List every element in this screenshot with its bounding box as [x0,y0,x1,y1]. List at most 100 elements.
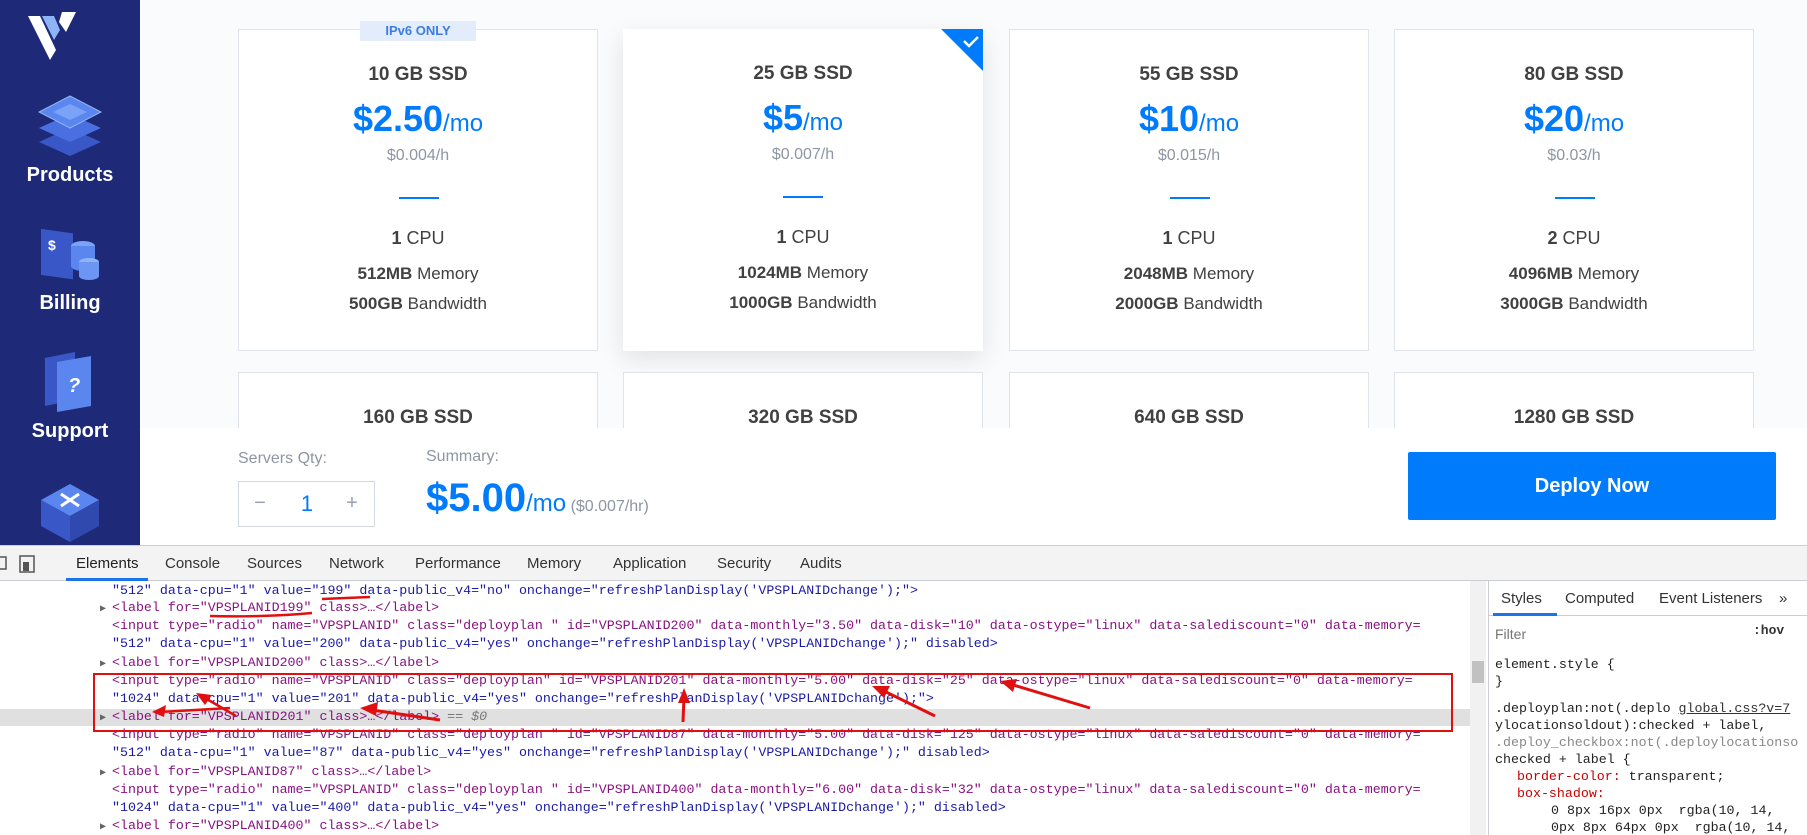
dom-node-line[interactable]: ▶ <label for="VPSPLANID200" class>…</labe… [0,655,1470,672]
style-declaration[interactable]: 0 8px 16px 0px rgba(10, 14, [1495,803,1807,818]
plan-divider [399,197,439,199]
tab-styles[interactable]: Styles [1501,590,1542,607]
bandwidth-label: Bandwidth [402,294,487,313]
tab-performance[interactable]: Performance [415,555,501,572]
tab-application[interactable]: Application [613,555,686,572]
sidebar-item-billing[interactable]: $ Billing [0,226,140,315]
code-text: <label for="VPSPLANID87" class>…</label> [112,764,432,779]
dom-node-line-selected[interactable]: ▶ <label for="VPSPLANID201" class>…</labe… [0,709,1470,726]
code-text: "1024" data-cpu="1" value="201" data-pub… [112,691,934,706]
dom-node-line[interactable]: <input type="radio" name="VPSPLANID" cla… [0,782,1470,799]
price-amount: $20 [1523,98,1585,139]
price-period: /mo [443,110,484,137]
style-text: .deploy_checkbox:not(.deploylocationso [1495,735,1799,750]
plan-card-10gb[interactable]: IPv6 ONLY 10 GB SSD $2.50/mo $0.004/h 1 … [238,21,598,351]
bandwidth-label: Bandwidth [1563,294,1648,313]
css-value: 0px 8px 64px 0px rgba(10, 14, [1551,820,1791,835]
expand-arrow-icon[interactable]: ▶ [100,657,112,672]
plan-size: 55 GB SSD [1139,64,1239,85]
tab-memory[interactable]: Memory [527,555,581,572]
code-text: <label for="VPSPLANID199" class>…</label… [112,600,440,615]
sidebar-item-products[interactable]: Products [0,88,140,187]
cpu-count: 1 [776,227,787,247]
tab-security[interactable]: Security [717,555,771,572]
plan-price: $10/mo [1010,98,1368,140]
expand-arrow-icon[interactable]: ▶ [100,820,112,835]
plan-card-25gb[interactable]: 25 GB SSD $5/mo $0.007/h 1 CPU 1024MB Me… [623,29,983,351]
cpu-count: 2 [1547,228,1558,248]
dom-node-line[interactable]: ▶ <label for="VPSPLANID87" class>…</label… [0,764,1470,781]
dom-node-line[interactable]: ▶ <label for="VPSPLANID199" class>…</labe… [0,600,1470,617]
qty-decrement-button[interactable]: − [247,492,273,515]
dom-node-line[interactable]: <input type="radio" name="VPSPLANID" cla… [0,618,1470,635]
tab-elements[interactable]: Elements [76,555,139,572]
styles-filter-input[interactable] [1495,623,1745,645]
dom-node-line[interactable]: "1024" data-cpu="1" value="201" data-pub… [0,691,1470,708]
qty-value[interactable]: 1 [279,491,335,517]
style-text: ylocationsoldout):checked + label, [1495,718,1767,733]
style-declaration[interactable]: border-color: transparent; [1495,769,1807,784]
cpu-label: CPU [401,228,445,248]
tab-sources[interactable]: Sources [247,555,302,572]
deploy-now-button[interactable]: Deploy Now [1408,452,1776,520]
plan-hourly: $0.004/h [386,147,450,164]
code-text: "512" data-cpu="1" value="199" data-publ… [112,583,918,598]
plan-size: 10 GB SSD [368,64,468,85]
summary-amount: $5.00 [426,476,527,520]
price-period: /mo [1584,110,1625,137]
ipv6-only-badge: IPv6 ONLY [360,21,476,41]
tab-computed[interactable]: Computed [1565,590,1634,607]
plan-card-55gb[interactable]: 55 GB SSD $10/mo $0.015/h 1 CPU 2048MB M… [1009,29,1369,351]
support-icon: ? [45,352,91,412]
expand-arrow-icon[interactable]: ▶ [100,711,112,726]
dom-node-line[interactable]: <input type="radio" name="VPSPLANID" cla… [0,673,1470,690]
plan-bandwidth: 3000GB Bandwidth [1395,294,1753,314]
tab-network[interactable]: Network [329,555,384,572]
style-declaration[interactable]: box-shadow: [1495,786,1807,801]
dom-node-line[interactable]: "512" data-cpu="1" value="87" data-publi… [0,745,1470,762]
dom-node-line[interactable]: "512" data-cpu="1" value="199" data-publ… [0,583,1470,600]
summary-period: /mo [526,490,567,517]
code-text: "512" data-cpu="1" value="87" data-publi… [112,745,990,760]
elements-tree: "512" data-cpu="1" value="199" data-publ… [0,581,1470,835]
summary-label: Summary: [426,448,499,465]
summary-price: $5.00/mo ($0.007/hr) [426,476,649,521]
sidebar-item-support[interactable]: ? Support [0,352,140,443]
dom-node-line[interactable]: "512" data-cpu="1" value="200" data-publ… [0,636,1470,653]
sidebar-item-label: Billing [39,292,101,314]
elements-scrollbar[interactable] [1470,581,1486,835]
tab-event-listeners[interactable]: Event Listeners [1659,590,1762,607]
tab-audits[interactable]: Audits [800,555,842,572]
hov-toggle[interactable]: :hov [1753,623,1784,638]
plan-memory: 1024MB Memory [623,263,983,283]
inspect-icon[interactable] [0,554,48,574]
qty-increment-button[interactable]: + [339,492,365,515]
expand-arrow-icon[interactable]: ▶ [100,602,112,617]
dom-node-line[interactable]: ▶ <label for="VPSPLANID400" class>…</labe… [0,818,1470,835]
dom-node-line[interactable]: "1024" data-cpu="1" value="400" data-pub… [0,800,1470,817]
deploy-summary-bar: Servers Qty: − 1 + Summary: $5.00/mo ($0… [140,428,1807,545]
stylesheet-link[interactable]: global.css?v=7 [1679,701,1791,716]
expand-arrow-icon[interactable]: ▶ [100,766,112,781]
vultr-logo[interactable] [26,10,82,60]
cpu-label: CPU [786,227,830,247]
code-text: <label for="VPSPLANID201" class>…</label… [112,709,440,724]
tab-console[interactable]: Console [165,555,220,572]
memory-amount: 2048MB [1123,264,1189,283]
style-declaration[interactable]: 0px 8px 64px 0px rgba(10, 14, [1495,820,1807,835]
plan-size: 1280 GB SSD [1513,407,1635,428]
style-text: } [1495,674,1503,689]
memory-amount: 512MB [357,264,413,283]
code-text: <input type="radio" name="VPSPLANID" cla… [112,673,1413,688]
dom-node-line[interactable]: <input type="radio" name="VPSPLANID" cla… [0,727,1470,744]
plan-size: 80 GB SSD [1524,64,1624,85]
style-rule-line: .deploy_checkbox:not(.deploylocationso [1495,735,1807,750]
scroll-thumb[interactable] [1472,661,1484,683]
plan-card-80gb[interactable]: 80 GB SSD $20/mo $0.03/h 2 CPU 4096MB Me… [1394,29,1754,351]
sidebar-item-tools[interactable] [0,482,140,548]
plan-cpu: 2 CPU [1395,228,1753,249]
bandwidth-amount: 2000GB [1115,294,1179,313]
more-tabs-button[interactable]: » [1779,590,1787,607]
plan-hourly: $0.03/h [1547,147,1601,164]
code-text: "1024" data-cpu="1" value="400" data-pub… [112,800,1006,815]
